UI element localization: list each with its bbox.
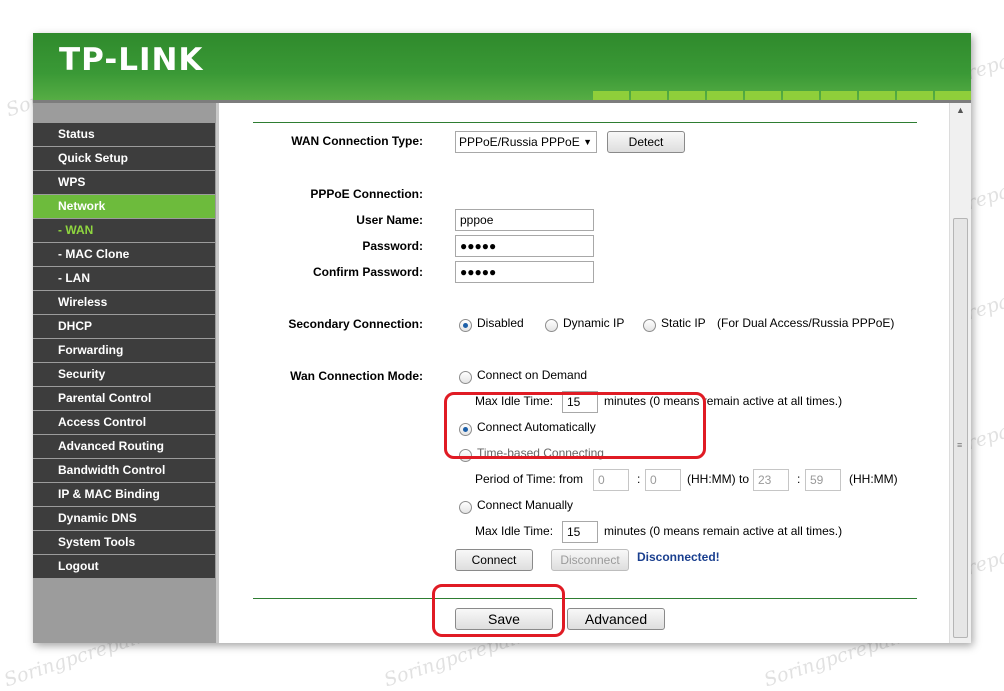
sidebar-item-wireless[interactable]: Wireless <box>33 291 215 314</box>
header-banner: TP-LINK <box>33 33 971 100</box>
sidebar-item-bandwidth-control[interactable]: Bandwidth Control <box>33 459 215 482</box>
sidebar-item-ip-mac-binding[interactable]: IP & MAC Binding <box>33 483 215 506</box>
connect-button[interactable]: Connect <box>455 549 533 571</box>
sidebar-item-dynamic-dns[interactable]: Dynamic DNS <box>33 507 215 530</box>
confirm-password-field[interactable]: ●●●●● <box>455 261 594 283</box>
wan-mode-label: Wan Connection Mode: <box>290 369 423 383</box>
connection-status: Disconnected! <box>637 550 720 564</box>
save-highlight <box>432 584 565 637</box>
bottom-rule <box>253 598 917 599</box>
chevron-down-icon: ▼ <box>583 137 592 147</box>
secondary-connection-label: Secondary Connection: <box>288 317 423 331</box>
secondary-note: (For Dual Access/Russia PPPoE) <box>717 316 895 330</box>
max-idle-field-2[interactable]: 15 <box>562 521 598 543</box>
to-hour-field[interactable]: 23 <box>753 469 789 491</box>
to-colon: : <box>797 472 801 486</box>
scroll-up-icon[interactable]: ▲ <box>956 105 965 115</box>
auto-mode-highlight <box>444 392 706 459</box>
detect-button[interactable]: Detect <box>607 131 685 153</box>
sidebar-item-wps[interactable]: WPS <box>33 171 215 194</box>
grip-icon: ≡ <box>957 440 963 450</box>
hhmm-end-label: (HH:MM) <box>849 472 898 486</box>
sidebar-item-access-control[interactable]: Access Control <box>33 411 215 434</box>
sidebar-item-security[interactable]: Security <box>33 363 215 386</box>
sidebar-item-dhcp[interactable]: DHCP <box>33 315 215 338</box>
header-stripes <box>591 91 971 100</box>
username-field[interactable]: pppoe <box>455 209 594 231</box>
sidebar-item-advanced-routing[interactable]: Advanced Routing <box>33 435 215 458</box>
from-minute-field[interactable]: 0 <box>645 469 681 491</box>
top-rule <box>253 122 917 123</box>
max-idle-label-2: Max Idle Time: <box>475 524 554 538</box>
sidebar-item-logout[interactable]: Logout <box>33 555 215 578</box>
sidebar-item-wan[interactable]: - WAN <box>33 219 215 242</box>
sidebar: Status Quick Setup WPS Network - WAN - M… <box>33 103 216 643</box>
sidebar-item-system-tools[interactable]: System Tools <box>33 531 215 554</box>
wan-type-value: PPPoE/Russia PPPoE <box>459 135 580 149</box>
to-label: (HH:MM) to <box>687 472 749 486</box>
pppoe-heading: PPPoE Connection: <box>310 187 423 201</box>
wan-type-label: WAN Connection Type: <box>291 134 423 148</box>
from-hour-field[interactable]: 0 <box>593 469 629 491</box>
secondary-static-radio[interactable] <box>643 319 656 332</box>
router-admin-window: TP-LINK Status Quick Setup WPS Network -… <box>33 33 971 643</box>
mode-manual-radio[interactable] <box>459 501 472 514</box>
advanced-button[interactable]: Advanced <box>567 608 665 630</box>
to-minute-field[interactable]: 59 <box>805 469 841 491</box>
sidebar-item-network[interactable]: Network <box>33 195 215 218</box>
secondary-static-label: Static IP <box>661 316 706 330</box>
sidebar-item-forwarding[interactable]: Forwarding <box>33 339 215 362</box>
scroll-thumb[interactable]: ≡ <box>953 218 968 638</box>
confirm-password-label: Confirm Password: <box>312 265 423 279</box>
period-label: Period of Time: from <box>475 472 584 486</box>
sidebar-item-lan[interactable]: - LAN <box>33 267 215 290</box>
wan-settings-panel: WAN Connection Type: PPPoE/Russia PPPoE … <box>219 103 955 643</box>
tp-link-logo: TP-LINK <box>59 42 204 78</box>
sidebar-item-status[interactable]: Status <box>33 123 215 146</box>
mode-on-demand-label: Connect on Demand <box>477 368 588 382</box>
password-field[interactable]: ●●●●● <box>455 235 594 257</box>
mode-manual-label: Connect Manually <box>477 498 574 512</box>
secondary-dynamic-radio[interactable] <box>545 319 558 332</box>
sidebar-item-quick-setup[interactable]: Quick Setup <box>33 147 215 170</box>
sidebar-item-mac-clone[interactable]: - MAC Clone <box>33 243 215 266</box>
wan-type-select[interactable]: PPPoE/Russia PPPoE ▼ <box>455 131 597 153</box>
secondary-disabled-radio[interactable] <box>459 319 472 332</box>
secondary-disabled-label: Disabled <box>477 316 524 330</box>
username-label: User Name: <box>356 213 423 227</box>
password-label: Password: <box>362 239 423 253</box>
sidebar-menu: Status Quick Setup WPS Network - WAN - M… <box>33 123 215 579</box>
idle-note-2: minutes (0 means remain active at all ti… <box>604 524 843 538</box>
disconnect-button[interactable]: Disconnect <box>551 549 629 571</box>
vertical-scrollbar[interactable]: ▲ ≡ <box>949 103 971 643</box>
mode-on-demand-radio[interactable] <box>459 371 472 384</box>
from-colon: : <box>637 472 641 486</box>
sidebar-item-parental-control[interactable]: Parental Control <box>33 387 215 410</box>
secondary-dynamic-label: Dynamic IP <box>563 316 625 330</box>
